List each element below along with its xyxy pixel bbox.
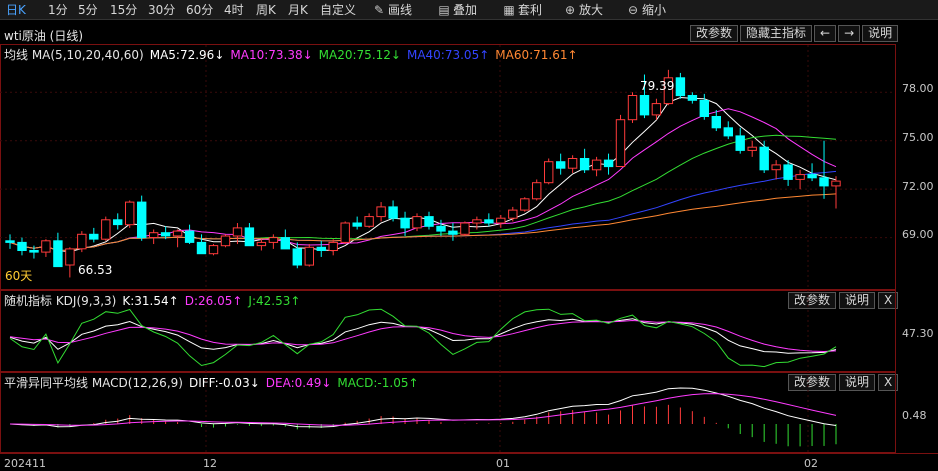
candle-up [149,232,159,238]
candle-down [244,227,255,247]
candle-down [53,240,63,268]
macd-y-tick: 0.48 [902,409,927,422]
low-price-label: 66.53 [78,263,112,277]
candle-up [831,180,841,187]
candle-up [532,182,542,200]
x-tick-01: 01 [496,457,510,470]
candle-down [687,95,698,101]
candle-down [639,95,650,116]
candle-down [675,77,686,97]
chart-canvas[interactable]: 78.00 75.00 72.00 69.00 47.30 0.48 79.39… [0,0,938,471]
candle-up [65,248,75,266]
kdj-y-tick: 47.30 [902,327,934,340]
candle-down [17,241,27,251]
candle-up [41,240,51,253]
candle-up [460,222,470,235]
candle-down [603,159,614,168]
candle-up [376,206,386,218]
candle-up [591,159,602,171]
candle-up [77,233,87,250]
candle-down [89,233,99,240]
candle-down [484,219,494,224]
high-price-label: 79.39 [640,79,674,93]
candle-down [316,246,327,252]
candle-up [771,164,781,171]
candle-up [268,237,279,243]
candle-down [29,250,39,253]
ma20-line [9,134,837,252]
candle-down [556,161,566,169]
candle-up [304,246,315,266]
y-tick-69: 69.00 [902,228,934,241]
kdj-lines [9,308,837,368]
candle-down [819,177,829,187]
candle-up [208,245,219,255]
candle-up [496,217,506,224]
candle-up [651,103,662,116]
candle-up [101,219,111,240]
period-label: 60天 [5,269,32,283]
candle-down [196,241,207,255]
candle-up [520,198,530,211]
candle-up [544,161,554,184]
candle-up [364,216,374,227]
candle-up [747,146,757,151]
kdj-j-line [9,308,837,368]
candle-up [256,241,267,247]
macd-panel-border [0,372,896,453]
candle-down [388,206,398,219]
ma10-line [9,108,837,252]
x-tick-02: 02 [804,457,818,470]
candle-down [400,217,410,229]
candle-down [807,174,817,179]
y-tick-72: 72.00 [902,180,934,193]
candlestick-series [5,69,841,278]
candle-up [232,227,243,237]
candle-down [735,135,745,151]
y-tick-75: 75.00 [902,131,934,144]
kdj-d-line [9,319,837,353]
kdj-k-line [9,318,837,354]
candle-down [292,248,303,266]
macd-histogram [9,387,837,447]
candle-up [567,158,578,169]
candle-down [424,216,434,227]
candle-down [160,232,171,237]
candle-down [579,158,590,171]
candle-up [172,230,183,237]
candle-down [783,164,793,180]
candle-up [340,222,350,243]
candle-down [113,219,123,226]
candle-up [412,216,422,229]
candle-down [184,230,195,243]
candle-up [627,95,638,121]
candle-up [328,241,338,251]
x-tick-202411: 202411 [4,457,46,470]
candle-down [699,99,709,118]
candle-up [125,201,135,226]
candle-up [795,174,805,180]
kdj-panel-border [0,290,896,372]
macd-dea-line [9,393,837,426]
candle-down [711,116,721,129]
x-tick-12: 12 [203,457,217,470]
grid-lines [0,45,895,453]
candle-down [5,240,15,243]
candle-up [615,119,626,167]
candle-down [759,146,769,171]
candle-down [280,237,291,250]
candle-down [352,222,362,227]
candle-down [436,225,446,232]
candle-up [472,219,482,224]
candle-up [508,209,518,219]
candle-down [137,201,147,239]
candle-down [448,230,458,235]
y-tick-78: 78.00 [902,82,934,95]
candle-down [723,127,733,137]
candle-up [220,235,231,247]
